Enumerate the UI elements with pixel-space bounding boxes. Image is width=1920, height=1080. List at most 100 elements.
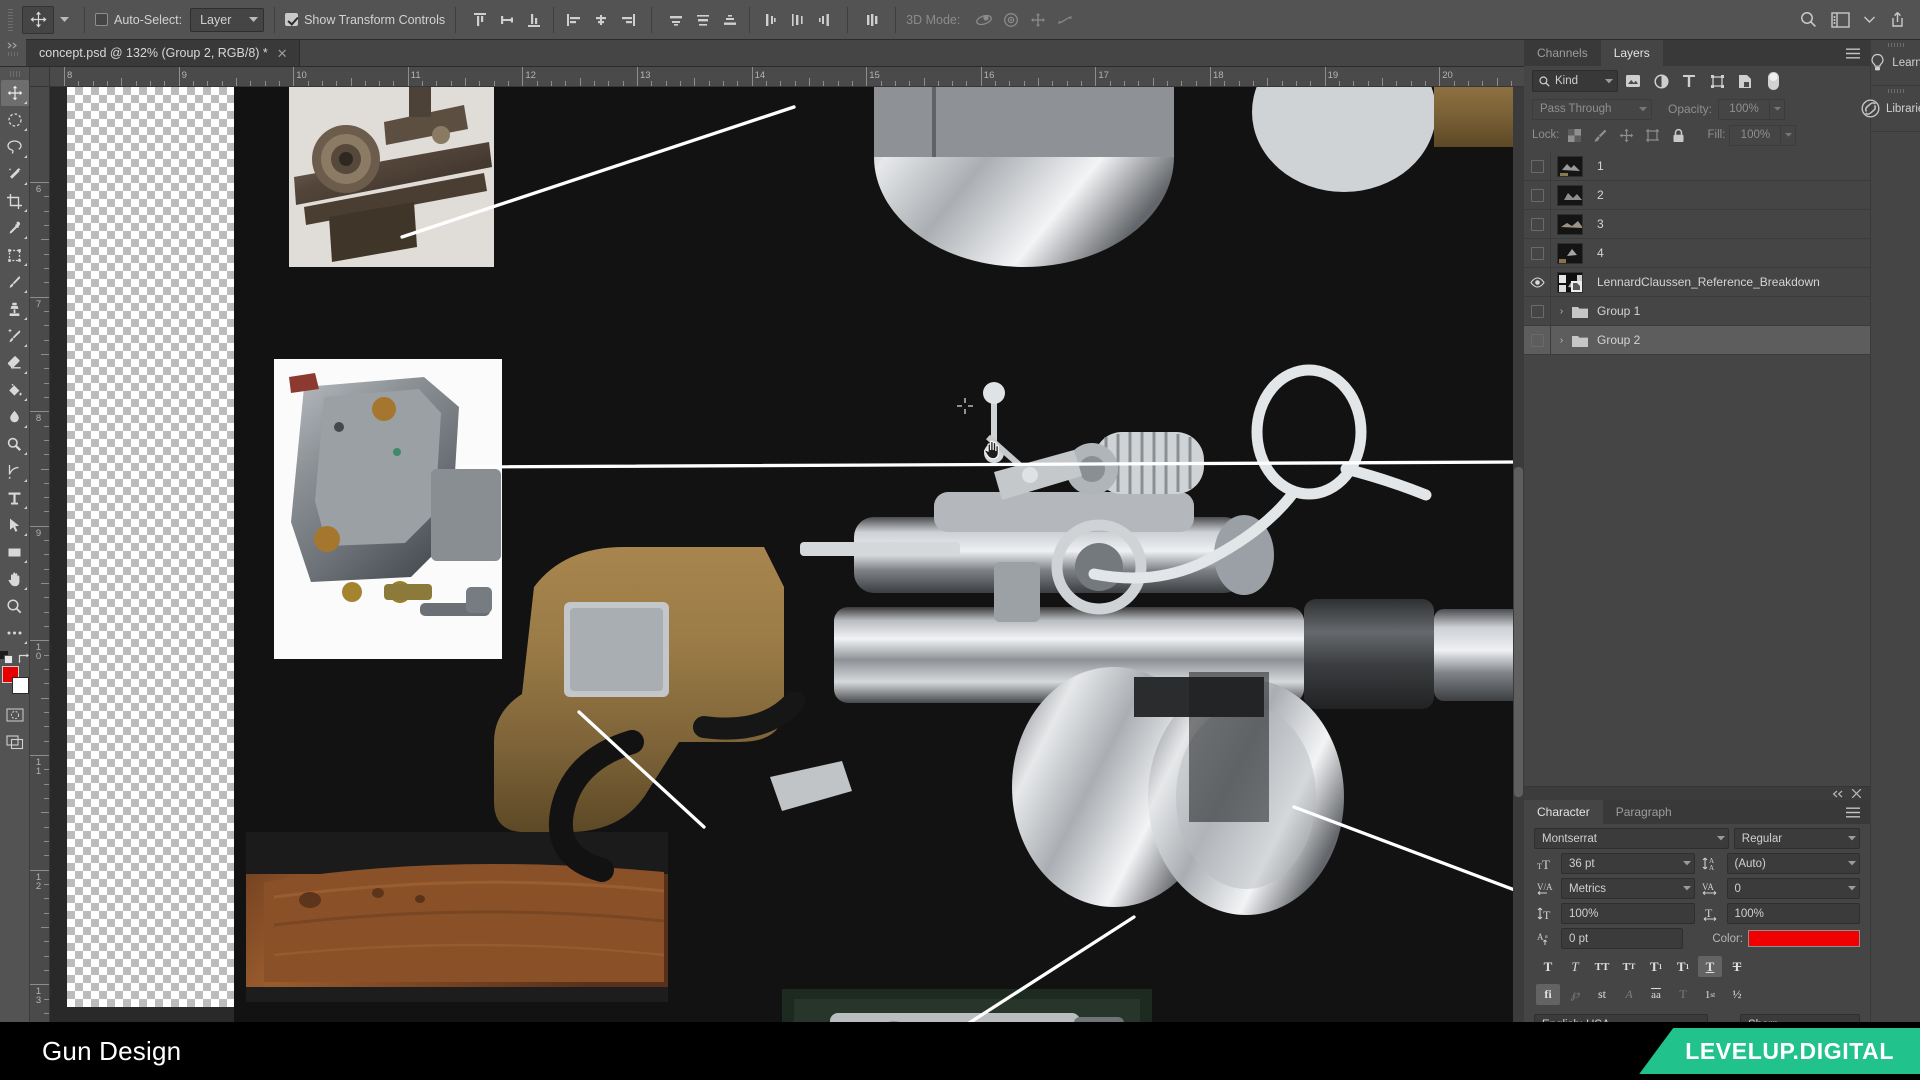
align-distribute-options-icon[interactable] bbox=[858, 6, 885, 34]
small-caps-button[interactable]: TT bbox=[1617, 956, 1641, 977]
layer-group-thumbnail[interactable]: › bbox=[1550, 325, 1588, 355]
frame-tool[interactable] bbox=[1, 242, 29, 268]
lock-image-pixels-icon[interactable] bbox=[1590, 124, 1612, 146]
close-icon[interactable]: ✕ bbox=[277, 47, 288, 60]
underline-button[interactable]: T bbox=[1698, 956, 1722, 977]
filter-toggle-icon[interactable] bbox=[1760, 69, 1786, 93]
blend-mode-select[interactable]: Pass Through bbox=[1532, 98, 1652, 120]
font-family-select[interactable]: Montserrat bbox=[1534, 828, 1729, 849]
layer-thumbnail[interactable] bbox=[1550, 238, 1588, 268]
tab-channels[interactable]: Channels bbox=[1524, 40, 1601, 66]
crop-tool[interactable] bbox=[1, 188, 29, 214]
layer-thumbnail[interactable] bbox=[1550, 209, 1588, 239]
lock-artboard-nesting-icon[interactable] bbox=[1642, 124, 1664, 146]
screen-mode-button[interactable] bbox=[1, 729, 29, 755]
auto-select-scope-select[interactable]: Layer bbox=[190, 7, 265, 32]
artboard[interactable] bbox=[234, 87, 1520, 1037]
faux-italic-button[interactable]: T bbox=[1563, 956, 1587, 977]
fill-value[interactable]: 100% bbox=[1729, 124, 1782, 146]
layer-group-thumbnail[interactable]: › bbox=[1550, 296, 1588, 326]
tools-expand-handle[interactable] bbox=[0, 39, 26, 66]
eraser-tool[interactable] bbox=[1, 350, 29, 376]
pixel-layer-filter-icon[interactable] bbox=[1620, 69, 1646, 93]
table-row[interactable]: 3 bbox=[1524, 209, 1870, 239]
brush-tool[interactable] bbox=[1, 269, 29, 295]
roll-3d-icon[interactable] bbox=[997, 6, 1024, 34]
layer-visibility-toggle[interactable] bbox=[1524, 304, 1550, 318]
faux-bold-button[interactable]: T bbox=[1536, 956, 1560, 977]
dodge-tool[interactable] bbox=[1, 431, 29, 457]
dock-item-libraries[interactable]: Libraries bbox=[1861, 86, 1920, 132]
quick-mask-button[interactable] bbox=[1, 702, 29, 728]
background-color-swatch[interactable] bbox=[11, 677, 29, 694]
show-transform-controls-control[interactable]: Show Transform Controls bbox=[285, 13, 445, 27]
text-color-swatch[interactable] bbox=[1748, 930, 1860, 947]
vertical-ruler[interactable]: 67891011121314 bbox=[30, 87, 50, 1080]
tracking-field[interactable]: 0 bbox=[1726, 878, 1860, 899]
tools-panel-grip[interactable] bbox=[9, 71, 20, 77]
elliptical-marquee-tool[interactable] bbox=[1, 107, 29, 133]
rectangle-tool[interactable] bbox=[1, 539, 29, 565]
distribute-horizontal-centers-icon[interactable] bbox=[783, 6, 810, 34]
tool-preset-chevron-icon[interactable] bbox=[54, 6, 74, 34]
kerning-field[interactable]: Metrics bbox=[1561, 878, 1695, 899]
horizontal-scale-field[interactable]: 100% bbox=[1726, 903, 1860, 924]
baseline-shift-field[interactable]: 0 pt bbox=[1561, 928, 1683, 949]
table-row[interactable]: 1 bbox=[1524, 152, 1870, 181]
chevron-down-icon[interactable] bbox=[1864, 16, 1875, 23]
object-selection-tool[interactable] bbox=[1, 161, 29, 187]
history-brush-tool[interactable] bbox=[1, 323, 29, 349]
canvas-vertical-scrollbar[interactable] bbox=[1513, 87, 1524, 1058]
layer-visibility-toggle[interactable] bbox=[1524, 333, 1550, 347]
distribute-bottom-edges-icon[interactable] bbox=[716, 6, 743, 34]
move-tool-icon[interactable] bbox=[22, 5, 54, 34]
tab-paragraph[interactable]: Paragraph bbox=[1603, 800, 1685, 824]
slide-3d-icon[interactable] bbox=[1051, 6, 1078, 34]
vertical-scale-field[interactable]: 100% bbox=[1561, 903, 1695, 924]
path-selection-tool[interactable] bbox=[1, 512, 29, 538]
lasso-tool[interactable] bbox=[1, 134, 29, 160]
table-row[interactable]: › Group 1 bbox=[1524, 296, 1870, 326]
ruler-origin[interactable] bbox=[30, 67, 50, 87]
zoom-tool[interactable] bbox=[1, 593, 29, 619]
distribute-top-edges-icon[interactable] bbox=[662, 6, 689, 34]
dock-item-learn[interactable]: Learn bbox=[1871, 40, 1920, 86]
align-top-edges-icon[interactable] bbox=[466, 6, 493, 34]
type-layer-filter-icon[interactable] bbox=[1676, 69, 1702, 93]
superscript-button[interactable]: T1 bbox=[1644, 956, 1668, 977]
layer-thumbnail[interactable] bbox=[1550, 180, 1588, 210]
move-tool[interactable] bbox=[0, 80, 29, 106]
align-bottom-edges-icon[interactable] bbox=[520, 6, 547, 34]
table-row[interactable]: 2 bbox=[1524, 180, 1870, 210]
eyedropper-tool[interactable] bbox=[1, 215, 29, 241]
discretionary-ligatures-button[interactable]: st bbox=[1590, 984, 1614, 1005]
dock-grip[interactable] bbox=[1887, 43, 1904, 47]
dock-grip[interactable] bbox=[1887, 89, 1904, 93]
align-right-edges-icon[interactable] bbox=[614, 6, 641, 34]
lock-transparent-pixels-icon[interactable] bbox=[1564, 124, 1586, 146]
workspace-switcher-icon[interactable] bbox=[1831, 11, 1850, 28]
align-horizontal-centers-icon[interactable] bbox=[587, 6, 614, 34]
edit-toolbar-button[interactable] bbox=[1, 620, 29, 646]
pen-tool[interactable] bbox=[1, 458, 29, 484]
pan-3d-icon[interactable] bbox=[1024, 6, 1051, 34]
align-vertical-centers-icon[interactable] bbox=[493, 6, 520, 34]
layer-visibility-toggle[interactable] bbox=[1524, 188, 1550, 202]
shape-layer-filter-icon[interactable] bbox=[1704, 69, 1730, 93]
smart-object-filter-icon[interactable] bbox=[1732, 69, 1758, 93]
adjustment-layer-filter-icon[interactable] bbox=[1648, 69, 1674, 93]
fill-field-group[interactable]: 100% bbox=[1729, 124, 1797, 146]
layer-visibility-toggle[interactable] bbox=[1524, 159, 1550, 173]
leading-field[interactable]: (Auto) bbox=[1726, 853, 1860, 874]
swap-colors-icon[interactable] bbox=[18, 652, 30, 664]
type-tool[interactable] bbox=[1, 485, 29, 511]
share-icon[interactable] bbox=[1889, 11, 1906, 28]
layer-thumbnail[interactable] bbox=[1550, 152, 1588, 181]
search-icon[interactable] bbox=[1800, 11, 1817, 28]
all-caps-button[interactable]: TT bbox=[1590, 956, 1614, 977]
table-row[interactable]: 4 bbox=[1524, 238, 1870, 268]
chevron-right-icon[interactable]: › bbox=[1555, 306, 1568, 317]
tab-character[interactable]: Character bbox=[1524, 800, 1603, 824]
horizontal-ruler[interactable]: 8910111213141516171819202122 bbox=[50, 67, 1524, 87]
layer-visibility-toggle[interactable] bbox=[1524, 246, 1550, 260]
